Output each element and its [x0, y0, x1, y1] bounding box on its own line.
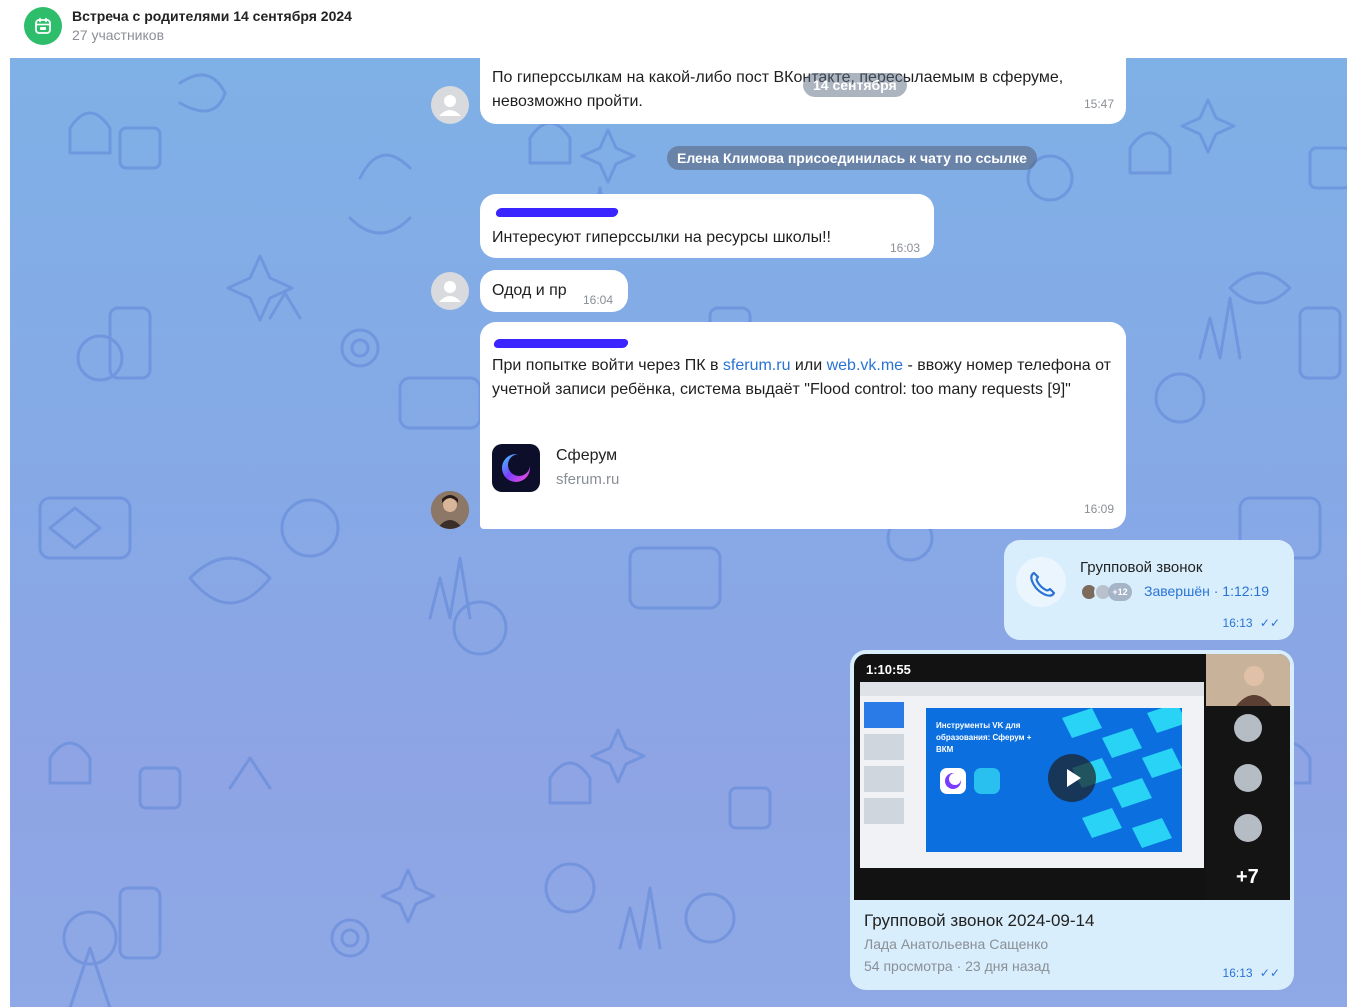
message-text: При попытке войти через ПК в sferum.ru и…	[492, 357, 1111, 398]
message-time: 16:13 ✓✓	[1222, 966, 1280, 980]
message-bubble[interactable]: При попытке войти через ПК в sferum.ru и…	[480, 322, 1126, 529]
call-status: Завершён · 1:12:19	[1144, 583, 1269, 599]
group-call-message[interactable]: Групповой звонок +12 Завершён · 1:12:19 …	[1004, 540, 1294, 640]
message-time: 16:03	[890, 241, 921, 255]
user-photo-avatar[interactable]	[431, 491, 469, 529]
participant-avatar	[1234, 764, 1262, 792]
chat-header: Встреча с родителями 14 сентября 2024 27…	[0, 0, 1347, 58]
message-text: Одод и пр	[492, 282, 567, 299]
video-duration: 1:10:55	[866, 662, 911, 677]
participant-avatars: +12	[1080, 583, 1136, 601]
video-message[interactable]: 1:10:55 Инструменты VK для образования: …	[850, 650, 1294, 990]
sferum-link[interactable]: sferum.ru	[723, 357, 791, 374]
participant-avatar	[1234, 714, 1262, 742]
chat-background: По гиперссылкам на какой-либо пост ВКонт…	[10, 58, 1347, 1007]
message-time: 16:13 ✓✓	[1222, 616, 1280, 630]
more-participants: +7	[1236, 866, 1259, 888]
message-time: 15:47	[1083, 97, 1114, 111]
message-text: По гиперссылкам на какой-либо пост ВКонт…	[492, 69, 1064, 110]
user-avatar[interactable]	[431, 272, 469, 310]
message-time: 16:04	[583, 293, 614, 307]
link-preview[interactable]: Сферум sferum.ru	[492, 444, 792, 494]
video-title[interactable]: Групповой звонок 2024-09-14	[864, 911, 1094, 931]
message-time: 16:09	[1083, 502, 1114, 516]
user-avatar[interactable]	[431, 86, 469, 124]
message-text: Интересуют гиперссылки на ресурсы школы!…	[492, 229, 831, 246]
participants-count[interactable]: 27 участников	[72, 27, 164, 43]
participants-column: +7	[1206, 654, 1290, 900]
message-bubble[interactable]: По гиперссылкам на какой-либо пост ВКонт…	[480, 58, 1126, 124]
redacted-sender-name	[493, 339, 629, 348]
chat-title[interactable]: Встреча с родителями 14 сентября 2024	[72, 8, 352, 24]
message-bubble[interactable]: Интересуют гиперссылки на ресурсы школы!…	[480, 194, 934, 258]
more-participants-badge: +12	[1108, 583, 1132, 601]
video-author[interactable]: Лада Анатольевна Сащенко	[864, 936, 1048, 952]
preview-title: Сферум	[556, 447, 618, 464]
play-icon[interactable]	[1048, 754, 1096, 802]
webcam-tile	[1206, 654, 1290, 706]
phone-icon[interactable]	[1016, 557, 1066, 607]
screen-share: Инструменты VK для образования: Сферум +…	[860, 682, 1204, 868]
call-title: Групповой звонок	[1080, 559, 1203, 576]
system-message: Елена Климова присоединилась к чату по с…	[667, 146, 1037, 170]
double-check-icon: ✓✓	[1259, 616, 1280, 630]
video-stats: 54 просмотра · 23 дня назад	[864, 958, 1050, 974]
message-bubble[interactable]: Одод и пр 16:04	[480, 270, 628, 312]
video-thumbnail[interactable]: 1:10:55 Инструменты VK для образования: …	[854, 654, 1290, 900]
date-pill: 14 сентября	[803, 73, 907, 97]
redacted-sender-name	[495, 208, 619, 217]
double-check-icon: ✓✓	[1259, 966, 1280, 980]
sferum-logo-icon	[492, 444, 540, 492]
slide-heading: Инструменты VK для образования: Сферум +…	[936, 721, 1032, 754]
preview-domain: sferum.ru	[556, 471, 620, 488]
participant-avatar	[1234, 814, 1262, 842]
calendar-icon[interactable]	[24, 7, 62, 45]
web-vk-link[interactable]: web.vk.me	[827, 357, 903, 374]
